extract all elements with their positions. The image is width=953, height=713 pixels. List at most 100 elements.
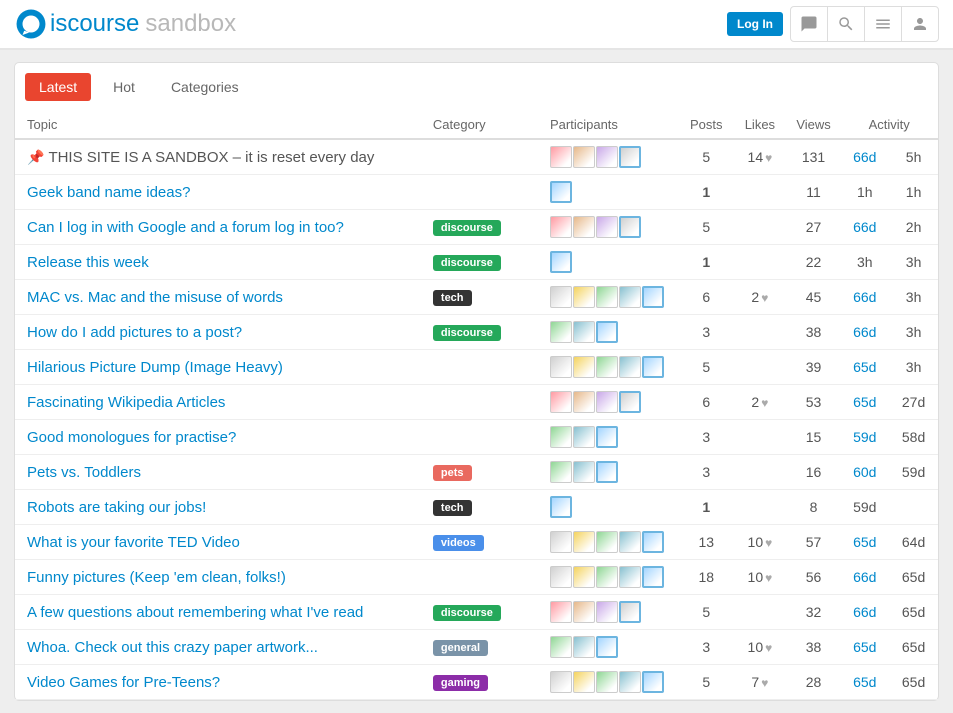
activity-last[interactable]: 27d	[889, 385, 938, 420]
topic-title-link[interactable]: Geek band name ideas?	[27, 184, 190, 201]
activity-first[interactable]: 66d	[840, 595, 889, 630]
col-header-topic[interactable]: Topic	[15, 111, 425, 139]
activity-first[interactable]: 59d	[840, 420, 889, 455]
likes-count[interactable]	[733, 175, 787, 210]
likes-count[interactable]	[733, 350, 787, 385]
activity-first[interactable]: 65d	[840, 525, 889, 560]
avatar[interactable]	[573, 671, 595, 693]
avatar[interactable]	[619, 146, 641, 168]
views-count[interactable]: 28	[787, 665, 841, 700]
avatar[interactable]	[619, 356, 641, 378]
activity-first[interactable]: 65d	[840, 665, 889, 700]
activity-last[interactable]: 3h	[889, 245, 938, 280]
activity-first[interactable]: 66d	[840, 139, 889, 175]
likes-count[interactable]	[733, 490, 787, 525]
avatar[interactable]	[642, 566, 664, 588]
avatar[interactable]	[573, 636, 595, 658]
views-count[interactable]: 32	[787, 595, 841, 630]
likes-count[interactable]: 10♥	[733, 525, 787, 560]
activity-last[interactable]: 64d	[889, 525, 938, 560]
activity-first[interactable]: 66d	[840, 315, 889, 350]
activity-first[interactable]: 66d	[840, 280, 889, 315]
likes-count[interactable]: 14♥	[733, 139, 787, 175]
views-count[interactable]: 57	[787, 525, 841, 560]
category-badge[interactable]: general	[433, 640, 488, 656]
posts-count[interactable]: 1	[679, 175, 733, 210]
activity-last[interactable]: 58d	[889, 420, 938, 455]
search-icon[interactable]	[827, 6, 865, 42]
activity-last[interactable]: 3h	[889, 315, 938, 350]
avatar[interactable]	[596, 566, 618, 588]
activity-first[interactable]: 65d	[840, 630, 889, 665]
views-count[interactable]: 27	[787, 210, 841, 245]
avatar[interactable]	[596, 461, 618, 483]
activity-first[interactable]: 59d	[840, 490, 889, 525]
avatar[interactable]	[550, 636, 572, 658]
views-count[interactable]: 39	[787, 350, 841, 385]
views-count[interactable]: 22	[787, 245, 841, 280]
avatar[interactable]	[550, 321, 572, 343]
col-header-posts[interactable]: Posts	[679, 111, 733, 139]
posts-count[interactable]: 5	[679, 139, 733, 175]
avatar[interactable]	[596, 671, 618, 693]
views-count[interactable]: 131	[787, 139, 841, 175]
activity-first[interactable]: 65d	[840, 350, 889, 385]
avatar[interactable]	[573, 321, 595, 343]
avatar[interactable]	[596, 531, 618, 553]
avatar[interactable]	[642, 531, 664, 553]
topic-title-link[interactable]: Good monologues for practise?	[27, 429, 236, 446]
avatar[interactable]	[573, 531, 595, 553]
topic-title-link[interactable]: Video Games for Pre-Teens?	[27, 674, 220, 691]
tab-latest[interactable]: Latest	[25, 73, 91, 101]
avatar[interactable]	[596, 216, 618, 238]
avatar[interactable]	[550, 601, 572, 623]
topic-title-link[interactable]: A few questions about remembering what I…	[27, 604, 363, 621]
avatar[interactable]	[550, 286, 572, 308]
menu-icon[interactable]	[864, 6, 902, 42]
posts-count[interactable]: 6	[679, 280, 733, 315]
likes-count[interactable]	[733, 595, 787, 630]
likes-count[interactable]	[733, 245, 787, 280]
avatar[interactable]	[596, 636, 618, 658]
activity-last[interactable]: 59d	[889, 455, 938, 490]
avatar[interactable]	[550, 671, 572, 693]
topic-title-link[interactable]: Whoa. Check out this crazy paper artwork…	[27, 639, 318, 656]
activity-first[interactable]: 66d	[840, 210, 889, 245]
posts-count[interactable]: 1	[679, 490, 733, 525]
site-logo[interactable]: iscourse sandbox	[14, 7, 236, 41]
likes-count[interactable]: 7♥	[733, 665, 787, 700]
avatar[interactable]	[573, 391, 595, 413]
posts-count[interactable]: 13	[679, 525, 733, 560]
likes-count[interactable]: 2♥	[733, 385, 787, 420]
category-badge[interactable]: discourse	[433, 325, 501, 341]
posts-count[interactable]: 5	[679, 595, 733, 630]
col-header-activity[interactable]: Activity	[840, 111, 938, 139]
avatar[interactable]	[573, 146, 595, 168]
avatar[interactable]	[550, 146, 572, 168]
likes-count[interactable]	[733, 420, 787, 455]
category-badge[interactable]: discourse	[433, 605, 501, 621]
avatar[interactable]	[550, 391, 572, 413]
avatar[interactable]	[550, 566, 572, 588]
activity-last[interactable]: 65d	[889, 560, 938, 595]
avatar[interactable]	[596, 146, 618, 168]
views-count[interactable]: 8	[787, 490, 841, 525]
views-count[interactable]: 38	[787, 630, 841, 665]
posts-count[interactable]: 3	[679, 420, 733, 455]
avatar[interactable]	[619, 216, 641, 238]
views-count[interactable]: 53	[787, 385, 841, 420]
avatar[interactable]	[619, 531, 641, 553]
avatar[interactable]	[550, 356, 572, 378]
avatar[interactable]	[550, 531, 572, 553]
avatar[interactable]	[642, 286, 664, 308]
topic-title-link[interactable]: Robots are taking our jobs!	[27, 499, 206, 516]
avatar[interactable]	[550, 496, 572, 518]
activity-last[interactable]: 2h	[889, 210, 938, 245]
posts-count[interactable]: 3	[679, 315, 733, 350]
posts-count[interactable]: 3	[679, 630, 733, 665]
avatar[interactable]	[596, 286, 618, 308]
avatar[interactable]	[596, 391, 618, 413]
posts-count[interactable]: 3	[679, 455, 733, 490]
activity-last[interactable]: 65d	[889, 665, 938, 700]
category-badge[interactable]: discourse	[433, 255, 501, 271]
